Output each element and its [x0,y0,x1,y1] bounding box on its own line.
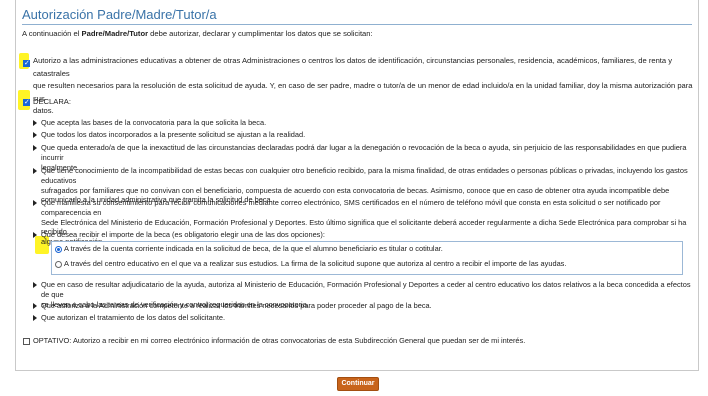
bullet-icon [33,303,37,309]
bullet-line: Que queda enterado/a de que la inexactit… [41,143,687,162]
bullet-line: Que en caso de resultar adjudicatario de… [41,280,691,299]
title-divider [22,24,692,25]
payment-radio-account[interactable] [55,246,62,253]
page-title: Autorización Padre/Madre/Tutor/a [22,7,217,22]
bullet-icon [33,120,37,126]
bullet-text: Que todos los datos incorporados a la pr… [41,130,306,139]
intro-bold: Padre/Madre/Tutor [81,29,149,38]
payment-option-label[interactable]: A través de la cuenta corriente indicada… [64,244,443,254]
bullet-icon [33,315,37,321]
intro-text: A continuación el Padre/Madre/Tutor debe… [22,29,373,38]
continue-button[interactable]: Continuar [337,377,379,391]
intro-prefix: A continuación el [22,29,82,38]
declara-label: DECLARA: [33,97,71,106]
bullet-line: Que manifiesta su consentimiento para re… [41,198,661,217]
authorize-checkbox[interactable] [23,60,30,67]
authorize-line-3: datos. [33,106,54,115]
optional-checkbox[interactable] [23,338,30,345]
bullet-icon [33,168,37,174]
bullet-line: Que tiene conocimiento de la incompatibi… [41,166,688,185]
bullet-icon [33,145,37,151]
optional-label: OPTATIVO: Autorizo a recibir en mi corre… [33,336,526,345]
bullet-text: Que autorizan el tratamiento de los dato… [41,313,226,322]
bullet-icon [33,132,37,138]
payment-option-label[interactable]: A través del centro educativo en el que … [64,259,566,269]
bullet-text: Que acepta las bases de la convocatoria … [41,118,267,127]
bullet-text: Que desea recibir el importe de la beca … [41,230,325,239]
bullet-text: Que autoriza a la Administración compete… [41,301,432,310]
intro-suffix: debe autorizar, declarar y cumplimentar … [148,29,373,38]
bullet-icon [33,200,37,206]
authorize-text: Autorizo a las administraciones educativ… [33,55,693,118]
authorize-line-1: Autorizo a las administraciones educativ… [33,56,673,78]
authorize-line-2: que resulten necesarios para la resoluci… [33,81,693,103]
bullet-line: sufragados por familiares que no conviva… [41,185,670,195]
bullet-icon [33,232,37,238]
payment-radio-school[interactable] [55,261,62,268]
bullet-icon [33,282,37,288]
declara-checkbox[interactable] [23,99,30,106]
